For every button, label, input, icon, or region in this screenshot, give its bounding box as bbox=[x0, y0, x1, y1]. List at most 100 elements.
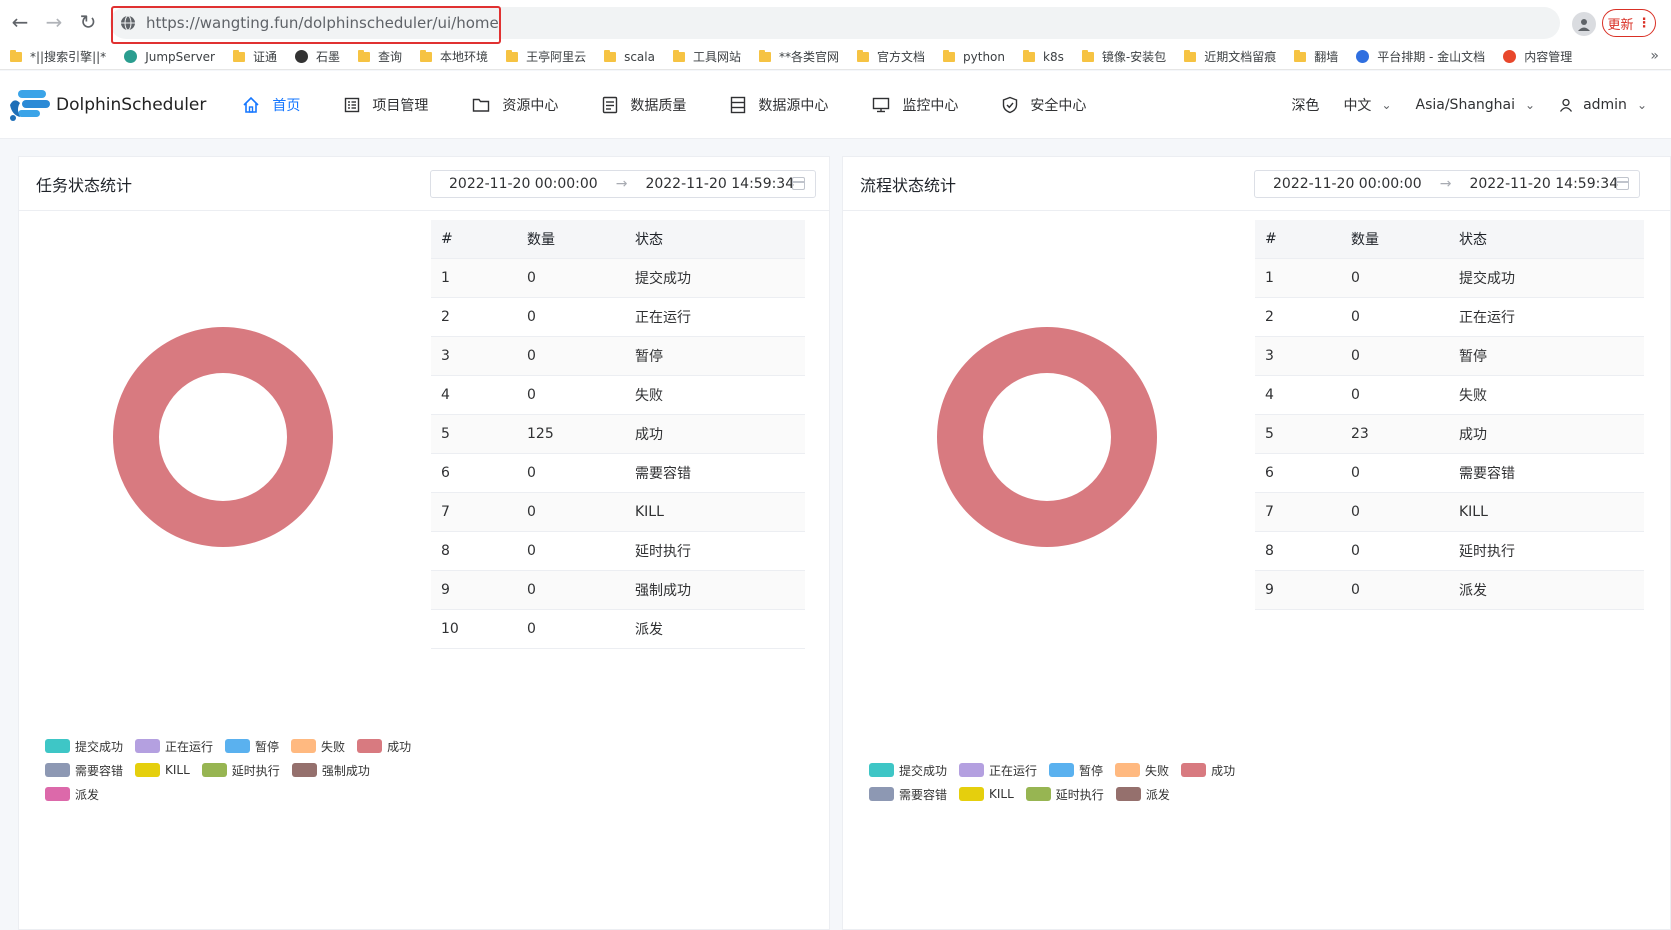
nav-resource[interactable]: 资源中心 bbox=[472, 95, 558, 115]
url-text[interactable]: https://wangting.fun/dolphinscheduler/ui… bbox=[146, 14, 499, 32]
legend-item[interactable]: 失败 bbox=[291, 738, 345, 754]
language-select[interactable]: 中文 ⌄ bbox=[1343, 95, 1391, 115]
bookmark-item[interactable]: 本地环境 bbox=[420, 48, 488, 65]
bookmark-item[interactable]: JumpServer bbox=[124, 50, 215, 64]
bookmarks-more-icon[interactable]: » bbox=[1650, 48, 1659, 64]
table-cell: 2 bbox=[1255, 297, 1341, 337]
bookmark-item[interactable]: 证通 bbox=[233, 48, 277, 65]
nav-security[interactable]: 安全中心 bbox=[1002, 95, 1086, 115]
task-status-legend: 提交成功 正在运行 暂停 失败 成功需要容错 KILL 延时执行 强制成功派发 bbox=[45, 738, 425, 802]
reload-icon[interactable]: ↻ bbox=[74, 8, 102, 36]
header-right: 深色 中文 ⌄ Asia/Shanghai ⌄ admin ⌄ bbox=[1291, 71, 1671, 139]
table-row: 4 0 失败 bbox=[431, 375, 805, 415]
site-info-icon[interactable] bbox=[120, 15, 136, 31]
kdocs-icon bbox=[1356, 50, 1370, 63]
bookmark-label: 证通 bbox=[253, 50, 278, 64]
table-cell: 6 bbox=[1255, 453, 1341, 493]
bookmark-item[interactable]: 翻墙 bbox=[1294, 48, 1338, 65]
bookmark-label: 翻墙 bbox=[1314, 50, 1339, 64]
task-date-end[interactable]: 2022-11-20 14:59:34 bbox=[645, 176, 794, 192]
bookmark-item[interactable]: python bbox=[943, 49, 1005, 64]
update-button[interactable]: 更新 ⋮ bbox=[1602, 9, 1656, 37]
timezone-select[interactable]: Asia/Shanghai ⌄ bbox=[1416, 97, 1536, 113]
folder-icon bbox=[1081, 49, 1094, 62]
folder-icon bbox=[420, 49, 433, 62]
task-date-range-picker[interactable]: 2022-11-20 00:00:00 → 2022-11-20 14:59:3… bbox=[430, 170, 816, 198]
bookmark-item[interactable]: 平台排期 - 金山文档 bbox=[1356, 48, 1485, 65]
logo[interactable]: DolphinScheduler bbox=[8, 87, 206, 123]
legend-label: KILL bbox=[989, 787, 1014, 801]
nav-monitor[interactable]: 监控中心 bbox=[872, 95, 958, 115]
nav-data-quality[interactable]: 数据质量 bbox=[602, 95, 686, 115]
bookmark-label: 本地环境 bbox=[440, 50, 489, 64]
bookmark-item[interactable]: **各类官网 bbox=[758, 48, 839, 65]
back-icon[interactable]: ← bbox=[6, 8, 34, 36]
donut-slice[interactable] bbox=[112, 326, 333, 548]
bookmark-item[interactable]: 近期文档留痕 bbox=[1184, 48, 1276, 65]
bookmark-item[interactable]: 工具网站 bbox=[672, 48, 741, 65]
shield-icon bbox=[1003, 96, 1018, 113]
data-quality-icon bbox=[603, 96, 618, 113]
legend-label: 成功 bbox=[387, 739, 412, 754]
theme-toggle[interactable]: 深色 bbox=[1291, 95, 1319, 115]
legend-item[interactable]: 正在运行 bbox=[135, 738, 213, 754]
legend-item[interactable]: 需要容错 bbox=[45, 762, 123, 778]
legend-item[interactable]: KILL bbox=[959, 786, 1014, 802]
nav-home[interactable]: 首页 bbox=[242, 95, 300, 115]
bookmark-item[interactable]: 官方文档 bbox=[857, 48, 925, 65]
legend-item[interactable]: 派发 bbox=[45, 786, 99, 802]
table-cell: 2 bbox=[431, 297, 517, 337]
bookmark-item[interactable]: k8s bbox=[1023, 49, 1064, 64]
legend-item[interactable]: 强制成功 bbox=[291, 762, 370, 778]
calendar-icon[interactable] bbox=[792, 177, 805, 190]
bookmark-item[interactable]: *||搜索引擎||* bbox=[10, 48, 106, 65]
legend-item[interactable]: 提交成功 bbox=[869, 762, 947, 778]
table-cell: 0 bbox=[1341, 258, 1449, 298]
legend-swatch bbox=[1115, 763, 1141, 777]
legend-item[interactable]: 成功 bbox=[357, 738, 411, 754]
bookmark-item[interactable]: 王亭阿里云 bbox=[506, 48, 586, 65]
table-cell: 9 bbox=[431, 570, 517, 610]
table-cell: 延时执行 bbox=[625, 531, 805, 571]
nav-project[interactable]: 项目管理 bbox=[344, 95, 428, 115]
table-cell: KILL bbox=[625, 492, 805, 532]
process-date-end[interactable]: 2022-11-20 14:59:34 bbox=[1469, 176, 1618, 192]
legend-label: 派发 bbox=[1145, 787, 1170, 802]
forward-icon[interactable]: → bbox=[40, 8, 68, 36]
legend-item[interactable]: 延时执行 bbox=[201, 762, 280, 778]
folder-icon bbox=[358, 49, 371, 62]
calendar-icon[interactable] bbox=[1616, 177, 1629, 190]
bookmark-item[interactable]: 内容管理 bbox=[1503, 48, 1572, 65]
bookmark-item[interactable]: 石墨 bbox=[295, 48, 340, 65]
bookmark-item[interactable]: 查询 bbox=[358, 48, 402, 65]
legend-label: 派发 bbox=[75, 787, 100, 802]
legend-item[interactable]: 提交成功 bbox=[45, 738, 123, 754]
nav-datasource[interactable]: 数据源中心 bbox=[730, 95, 828, 115]
column-header: # bbox=[431, 220, 517, 259]
table-cell: 3 bbox=[431, 336, 517, 376]
legend-item[interactable]: 成功 bbox=[1181, 762, 1235, 778]
task-date-start[interactable]: 2022-11-20 00:00:00 bbox=[449, 176, 598, 192]
table-row: 8 0 延时执行 bbox=[1255, 531, 1644, 571]
legend-item[interactable]: 暂停 bbox=[1049, 762, 1103, 778]
address-bar[interactable]: https://wangting.fun/dolphinscheduler/ui… bbox=[110, 7, 1560, 39]
legend-item[interactable]: 暂停 bbox=[225, 738, 279, 754]
legend-item[interactable]: KILL bbox=[135, 762, 190, 778]
process-date-range-picker[interactable]: 2022-11-20 00:00:00 → 2022-11-20 14:59:3… bbox=[1254, 170, 1640, 198]
project-icon bbox=[345, 97, 360, 112]
profile-icon[interactable] bbox=[1572, 12, 1596, 36]
process-date-start[interactable]: 2022-11-20 00:00:00 bbox=[1273, 176, 1422, 192]
donut-slice[interactable] bbox=[937, 326, 1157, 548]
bookmark-item[interactable]: 镜像-安装包 bbox=[1081, 48, 1166, 65]
legend-label: 暂停 bbox=[1079, 763, 1104, 778]
folder-icon bbox=[473, 98, 490, 112]
bookmark-item[interactable]: scala bbox=[604, 49, 655, 64]
table-cell: 5 bbox=[1255, 414, 1341, 454]
legend-item[interactable]: 延时执行 bbox=[1025, 786, 1104, 802]
legend-item[interactable]: 正在运行 bbox=[959, 762, 1037, 778]
legend-item[interactable]: 派发 bbox=[1115, 786, 1170, 802]
legend-item[interactable]: 失败 bbox=[1115, 762, 1169, 778]
table-cell: 提交成功 bbox=[625, 258, 805, 298]
legend-item[interactable]: 需要容错 bbox=[869, 786, 947, 802]
user-menu[interactable]: admin ⌄ bbox=[1559, 97, 1647, 113]
